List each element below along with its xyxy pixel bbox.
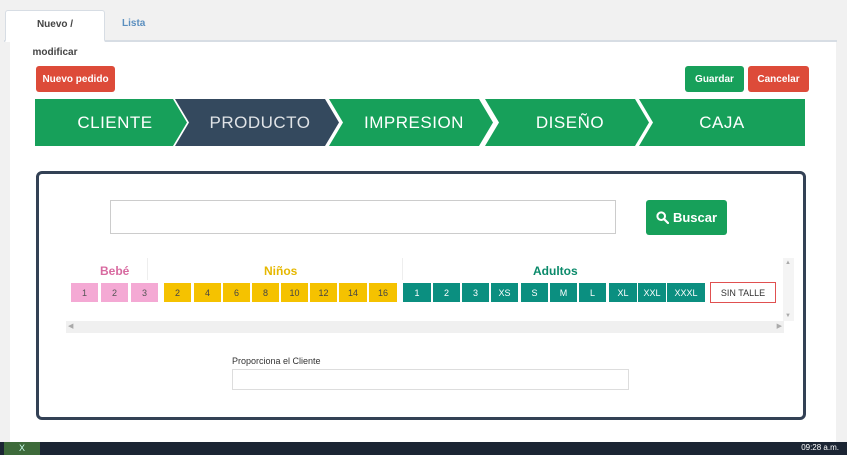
- size-cell-bebe[interactable]: 1: [71, 283, 98, 302]
- search-button-label: Buscar: [672, 210, 718, 225]
- group-divider: [402, 258, 403, 280]
- size-cell-bebe[interactable]: 2: [101, 283, 128, 302]
- size-cell-adultos[interactable]: 3: [462, 283, 489, 302]
- size-table-vertical-scrollbar[interactable]: ▲ ▼: [783, 258, 794, 321]
- tab-nuevo-modificar[interactable]: Nuevo / modificar: [5, 10, 105, 58]
- size-cell-ninos[interactable]: 10: [281, 283, 308, 302]
- size-cell-ninos[interactable]: 16: [369, 283, 397, 302]
- scroll-right-icon[interactable]: ▶: [777, 322, 782, 330]
- size-cell-ninos[interactable]: 2: [164, 283, 191, 302]
- step-label: IMPRESION: [364, 112, 464, 132]
- step-caja[interactable]: CAJA: [639, 99, 805, 146]
- size-cell-adultos[interactable]: S: [521, 283, 548, 302]
- scroll-down-icon[interactable]: ▼: [785, 313, 791, 319]
- client-field-input[interactable]: [232, 369, 629, 390]
- size-cell-adultos[interactable]: XS: [491, 283, 518, 302]
- client-field-label: Proporciona el Cliente: [232, 356, 321, 366]
- size-table-horizontal-scrollbar[interactable]: ◀ ▶: [66, 321, 784, 333]
- search-icon: [656, 211, 669, 224]
- group-label-adultos: Adultos: [533, 264, 578, 278]
- size-cell-adultos[interactable]: XXXL: [667, 283, 705, 302]
- step-impresion[interactable]: IMPRESION: [329, 99, 499, 146]
- scroll-up-icon[interactable]: ▲: [785, 260, 791, 266]
- tray-clock: 09:28 a.m.: [801, 443, 839, 452]
- os-taskbar: X 09:28 a.m.: [0, 442, 847, 455]
- step-diseno[interactable]: DISEÑO: [485, 99, 655, 146]
- search-input[interactable]: [110, 200, 616, 234]
- excel-taskbar-icon[interactable]: X: [4, 442, 40, 455]
- size-cell-adultos[interactable]: L: [579, 283, 606, 302]
- size-cell-ninos[interactable]: 4: [194, 283, 221, 302]
- step-cliente[interactable]: CLIENTE: [35, 99, 195, 146]
- group-divider: [147, 258, 148, 280]
- size-cell-ninos[interactable]: 12: [310, 283, 337, 302]
- wizard-steps: CLIENTE PRODUCTO IMPRESION DISEÑO CAJA: [35, 99, 805, 146]
- tab-lista[interactable]: Lista: [110, 10, 157, 42]
- size-cell-adultos[interactable]: XL: [609, 283, 637, 302]
- size-cell-adultos[interactable]: 2: [433, 283, 460, 302]
- size-cell-bebe[interactable]: 3: [131, 283, 158, 302]
- group-label-bebe: Bebé: [100, 264, 130, 278]
- size-cell-ninos[interactable]: 14: [339, 283, 367, 302]
- save-button[interactable]: Guardar: [685, 66, 744, 92]
- size-cell-ninos[interactable]: 8: [252, 283, 279, 302]
- size-cell-adultos[interactable]: M: [550, 283, 577, 302]
- group-label-ninos: Niños: [264, 264, 298, 278]
- step-label: PRODUCTO: [209, 112, 311, 132]
- scroll-left-icon[interactable]: ◀: [68, 322, 73, 330]
- size-cell-ninos[interactable]: 6: [223, 283, 250, 302]
- step-producto[interactable]: PRODUCTO: [175, 99, 345, 146]
- search-button[interactable]: Buscar: [646, 200, 727, 235]
- tab-bar: Nuevo / modificar Lista: [0, 0, 847, 58]
- size-cell-adultos[interactable]: XXL: [638, 283, 666, 302]
- size-cell-adultos[interactable]: 1: [403, 283, 431, 302]
- step-label: DISEÑO: [535, 112, 605, 132]
- size-cell-sin-talle[interactable]: SIN TALLE: [710, 282, 776, 303]
- cancel-button[interactable]: Cancelar: [748, 66, 809, 92]
- new-order-button[interactable]: Nuevo pedido: [36, 66, 115, 92]
- step-label: CLIENTE: [77, 112, 153, 132]
- step-label: CAJA: [699, 112, 745, 132]
